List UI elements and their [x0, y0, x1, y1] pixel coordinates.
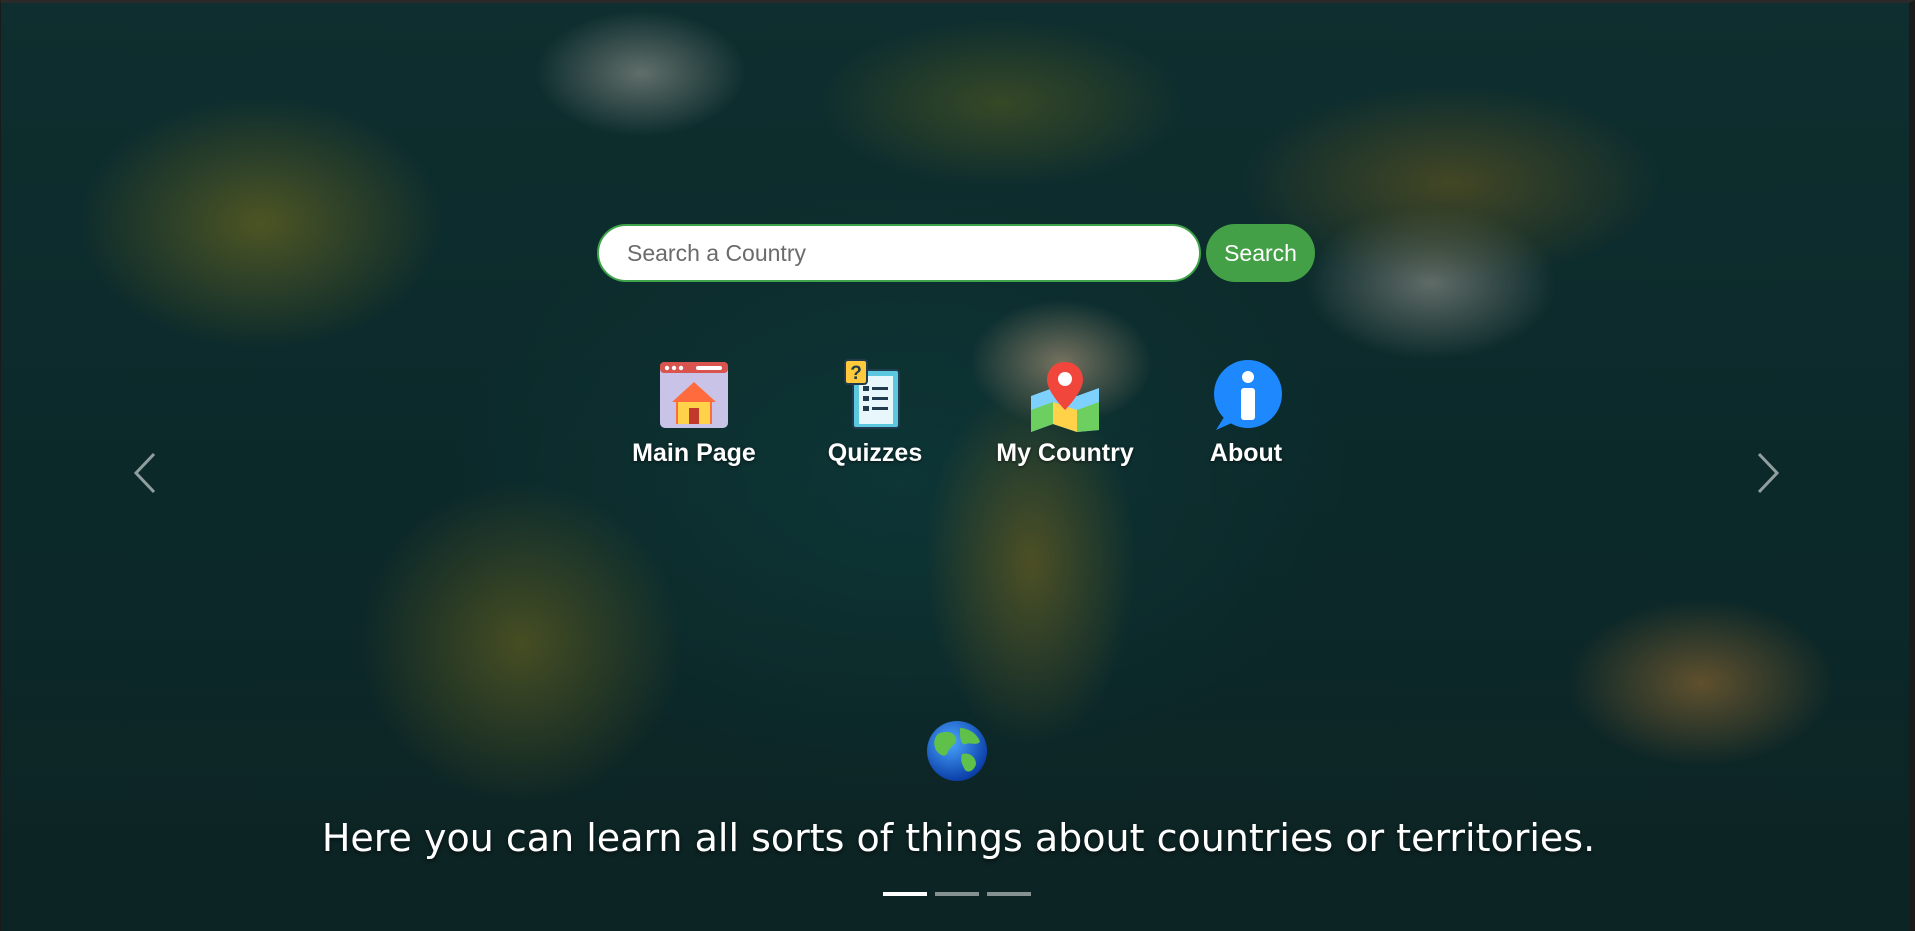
search-input[interactable]: [597, 224, 1201, 282]
chevron-left-icon: [133, 452, 156, 494]
search-bar: Search: [597, 224, 1315, 282]
nav-label: About: [1209, 439, 1283, 467]
nav-item-main-page[interactable]: Main Page: [629, 358, 759, 468]
nav-item-about[interactable]: About: [1196, 358, 1296, 468]
search-button[interactable]: Search: [1206, 224, 1315, 282]
nav-item-quizzes[interactable]: ? Quizzes: [825, 358, 925, 468]
carousel-next-button[interactable]: [1749, 448, 1785, 498]
carousel-indicator-3[interactable]: [987, 892, 1031, 896]
house-window-icon: [660, 362, 728, 428]
carousel-prev-button[interactable]: [128, 448, 164, 498]
nav-label: Quizzes: [827, 439, 923, 467]
svg-text:?: ?: [850, 363, 862, 384]
carousel-indicators: [883, 892, 1031, 896]
nav-item-my-country[interactable]: My Country: [991, 358, 1139, 468]
chevron-right-icon: [1757, 452, 1780, 494]
carousel-caption: Here you can learn all sorts of things a…: [321, 816, 1596, 860]
info-bubble-icon: [1214, 360, 1282, 430]
carousel-indicator-1[interactable]: [883, 892, 927, 896]
nav-label: Main Page: [632, 439, 756, 467]
nav-label: My Country: [996, 439, 1134, 467]
quiz-document-icon: ?: [844, 359, 900, 429]
map-pin-icon: [1031, 362, 1099, 432]
carousel: Search Main Page ?: [0, 0, 1915, 931]
globe-icon: [927, 721, 987, 781]
carousel-indicator-2[interactable]: [935, 892, 979, 896]
